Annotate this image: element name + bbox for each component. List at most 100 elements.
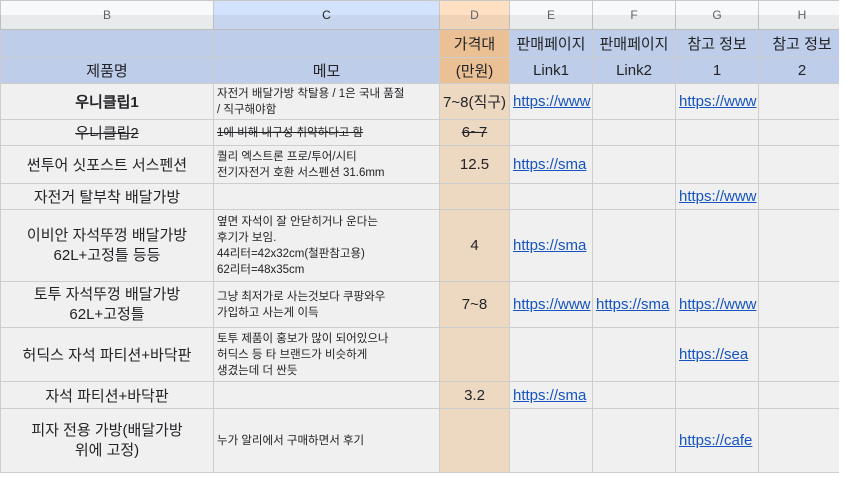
product-name-cell[interactable]: 자전거 탈부착 배달가방 <box>0 183 214 210</box>
memo-cell[interactable]: 자전거 배달가방 착탈용 / 1은 국내 품절 / 직구해야함 <box>213 83 440 120</box>
price-cell[interactable]: 3.2 <box>439 381 510 409</box>
link1-cell[interactable]: https://www <box>509 281 593 328</box>
ref1-cell[interactable]: https://www <box>675 183 759 210</box>
link2-cell[interactable] <box>592 119 676 146</box>
header-cell-link2-2[interactable]: Link2 <box>592 57 676 84</box>
link2-cell[interactable] <box>592 381 676 409</box>
memo-line: 후기가 보임. <box>217 231 277 244</box>
ref2-cell[interactable] <box>758 327 845 382</box>
price-cell[interactable]: 7~8 <box>439 281 510 328</box>
memo-line: / 직구해야함 <box>217 103 277 116</box>
product-name-cell[interactable]: 토투 자석뚜껑 배달가방 62L+고정틀 <box>0 281 214 328</box>
product-name-line: 피자 전용 가방(배달가방 <box>31 421 183 439</box>
memo-cell[interactable] <box>213 183 440 210</box>
header-cell-link1-1[interactable]: 판매페이지 <box>509 29 593 58</box>
link1-cell[interactable] <box>509 183 593 210</box>
header-row-1: 가격대 판매페이지 판매페이지 참고 정보 참고 정보 <box>0 29 845 58</box>
memo-cell[interactable]: 퀄리 엑스트론 프로/투어/시티 전기자전거 호환 서스펜션 31.6mm <box>213 145 440 184</box>
header-cell-product-name[interactable]: 제품명 <box>0 57 214 84</box>
column-header-f[interactable]: F <box>592 0 676 30</box>
price-cell[interactable] <box>439 327 510 382</box>
product-name-cell[interactable]: 피자 전용 가방(배달가방 위에 고정) <box>0 408 214 473</box>
ref1-cell[interactable] <box>675 381 759 409</box>
price-cell[interactable] <box>439 183 510 210</box>
column-header-c[interactable]: C <box>213 0 440 30</box>
link1-cell[interactable] <box>509 408 593 473</box>
link1-cell[interactable]: https://sma <box>509 381 593 409</box>
price-cell[interactable]: 12.5 <box>439 145 510 184</box>
link1-cell[interactable]: https://www <box>509 83 593 120</box>
ref1-cell[interactable] <box>675 209 759 282</box>
memo-cell[interactable]: 옆면 자석이 잘 안닫히거나 운다는 후기가 보임. 44리터=42x32cm(… <box>213 209 440 282</box>
link2-cell[interactable] <box>592 83 676 120</box>
link1-cell[interactable] <box>509 327 593 382</box>
price-cell[interactable]: 6~7 <box>439 119 510 146</box>
table-row: 자전거 탈부착 배달가방 https://www <box>0 183 845 210</box>
bottom-edge <box>0 473 845 488</box>
link2-cell[interactable] <box>592 209 676 282</box>
ref2-cell[interactable] <box>758 145 845 184</box>
link2-cell[interactable] <box>592 408 676 473</box>
column-header-h[interactable]: H <box>758 0 845 30</box>
column-header-b[interactable]: B <box>0 0 214 30</box>
memo-line: 가입하고 사는게 이득 <box>217 306 319 319</box>
header-cell-link1-2[interactable]: Link1 <box>509 57 593 84</box>
price-cell[interactable]: 7~8(직구) <box>439 83 510 120</box>
column-header-e[interactable]: E <box>509 0 593 30</box>
product-name-cell[interactable]: 썬투어 싯포스트 서스펜션 <box>0 145 214 184</box>
ref2-cell[interactable] <box>758 183 845 210</box>
link2-cell[interactable] <box>592 145 676 184</box>
ref1-cell[interactable] <box>675 119 759 146</box>
product-name-cell[interactable]: 우니클립1 <box>0 83 214 120</box>
link1-cell[interactable] <box>509 119 593 146</box>
product-name-cell[interactable]: 허딕스 자석 파티션+바닥판 <box>0 327 214 382</box>
header-cell-ref1-2[interactable]: 1 <box>675 57 759 84</box>
header-cell-link2-1[interactable]: 판매페이지 <box>592 29 676 58</box>
link2-cell[interactable]: https://sma <box>592 281 676 328</box>
header-cell-ref2-2[interactable]: 2 <box>758 57 845 84</box>
ref2-cell[interactable] <box>758 119 845 146</box>
link2-cell[interactable] <box>592 327 676 382</box>
ref2-cell[interactable] <box>758 408 845 473</box>
product-name-cell[interactable]: 이비안 자석뚜껑 배달가방 62L+고정틀 등등 <box>0 209 214 282</box>
header-cell-ref1-1[interactable]: 참고 정보 <box>675 29 759 58</box>
memo-line: 퀄리 엑스트론 프로/투어/시티 <box>217 150 357 163</box>
header-cell-b1[interactable] <box>0 29 214 58</box>
link2-cell[interactable] <box>592 183 676 210</box>
table-row: 허딕스 자석 파티션+바닥판 토투 제품이 홍보가 많이 되어있으나 허딕스 등… <box>0 327 845 382</box>
product-name-cell[interactable]: 우니클립2 <box>0 119 214 146</box>
link1-cell[interactable]: https://sma <box>509 209 593 282</box>
ref2-cell[interactable] <box>758 83 845 120</box>
memo-cell[interactable]: 토투 제품이 홍보가 많이 되어있으나 허딕스 등 타 브랜드가 비슷하게 생겼… <box>213 327 440 382</box>
memo-line: 전기자전거 호환 서스펜션 31.6mm <box>217 166 385 179</box>
header-cell-memo[interactable]: 메모 <box>213 57 440 84</box>
ref2-cell[interactable] <box>758 209 845 282</box>
ref1-cell[interactable] <box>675 145 759 184</box>
price-cell[interactable]: 4 <box>439 209 510 282</box>
ref1-cell[interactable]: https://cafe <box>675 408 759 473</box>
product-name-line: 62L+고정틀 <box>69 305 145 323</box>
header-cell-price-2[interactable]: (만원) <box>439 57 510 84</box>
product-name-line: 이비안 자석뚜껑 배달가방 <box>26 226 188 244</box>
memo-line: 생겼는데 더 싼듯 <box>217 364 298 377</box>
memo-cell[interactable]: 그냥 최저가로 사는것보다 쿠팡와우 가입하고 사는게 이득 <box>213 281 440 328</box>
ref1-cell[interactable]: https://sea <box>675 327 759 382</box>
product-name-cell[interactable]: 자석 파티션+바닥판 <box>0 381 214 409</box>
link1-cell[interactable]: https://sma <box>509 145 593 184</box>
table-row: 썬투어 싯포스트 서스펜션 퀄리 엑스트론 프로/투어/시티 전기자전거 호환 … <box>0 145 845 184</box>
memo-cell[interactable] <box>213 381 440 409</box>
header-cell-ref2-1[interactable]: 참고 정보 <box>758 29 845 58</box>
header-cell-c1[interactable] <box>213 29 440 58</box>
memo-line: 허딕스 등 타 브랜드가 비슷하게 <box>217 348 368 361</box>
ref1-cell[interactable]: https://www <box>675 83 759 120</box>
column-header-g[interactable]: G <box>675 0 759 30</box>
ref1-cell[interactable]: https://www <box>675 281 759 328</box>
right-edge <box>839 0 845 488</box>
ref2-cell[interactable] <box>758 381 845 409</box>
ref2-cell[interactable] <box>758 281 845 328</box>
column-header-d[interactable]: D <box>439 0 510 30</box>
header-cell-price-1[interactable]: 가격대 <box>439 29 510 58</box>
memo-cell[interactable]: 누가 알리에서 구매하면서 후기 <box>213 408 440 473</box>
memo-cell[interactable]: 1에 비해 내구성 취약하다고 함 <box>213 119 440 146</box>
price-cell[interactable] <box>439 408 510 473</box>
